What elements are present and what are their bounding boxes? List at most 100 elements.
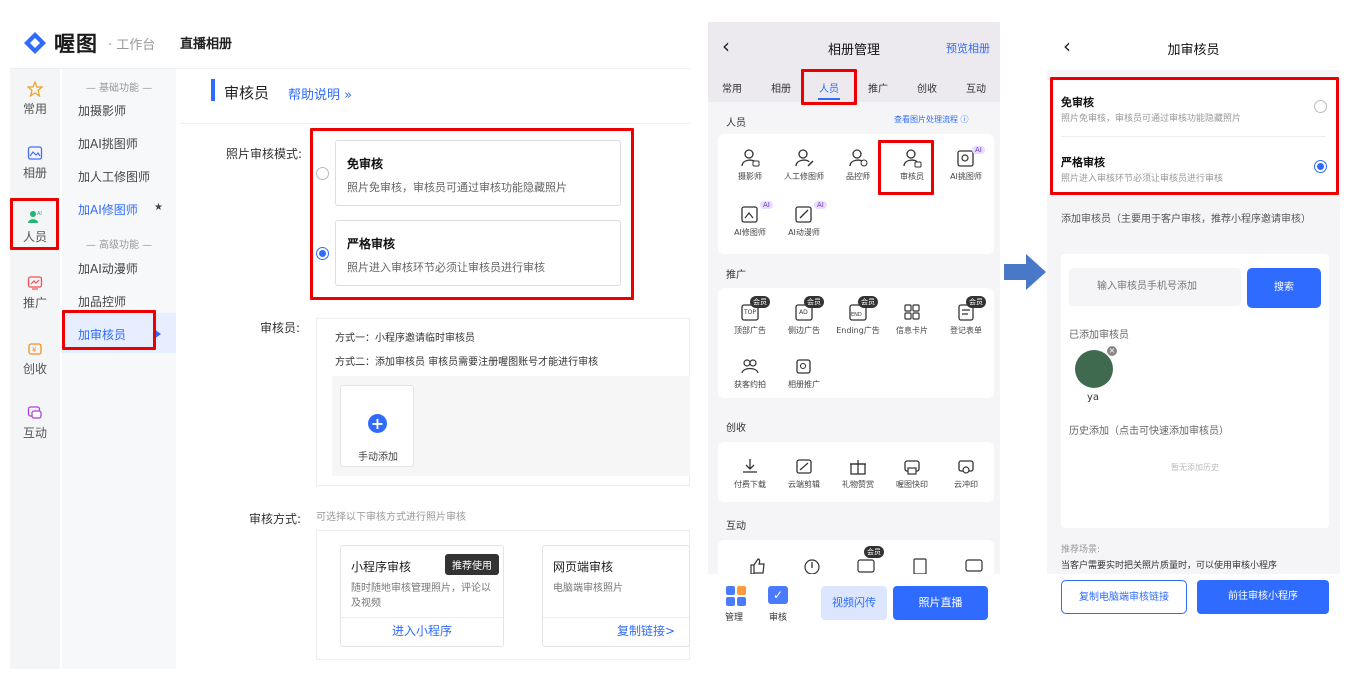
section-people-title: 人员 — [726, 118, 746, 129]
rail-item-interact[interactable]: 互动 — [10, 405, 60, 441]
rail-label: 人员 — [22, 230, 47, 244]
promo-info-card[interactable]: 信息卡片 — [886, 302, 938, 336]
people-ai-anime[interactable]: AI动漫师 — [778, 204, 830, 238]
people-ai-retoucher[interactable]: AI修图师 — [724, 204, 776, 238]
help-link[interactable]: 帮助说明 » — [288, 84, 352, 103]
sub-item-qc[interactable]: 加品控师 — [78, 293, 126, 310]
person-camera-icon — [741, 149, 760, 167]
search-button[interactable]: 搜索 — [1247, 268, 1321, 308]
way-two: 方式二：添加审核员 审核员需要注册喔图账号才能进行审核 — [335, 357, 599, 368]
svg-text:¥: ¥ — [32, 346, 37, 354]
album-icon — [27, 146, 43, 160]
caret-right-icon — [154, 329, 161, 339]
logo-icon — [24, 32, 46, 54]
promo-form[interactable]: 登记表单 — [940, 302, 992, 336]
title-accent — [211, 79, 215, 101]
sub-item-add-reviewer[interactable]: 加审核员 — [78, 326, 126, 343]
music-icon[interactable] — [802, 556, 822, 576]
sub-item-ai-retoucher[interactable]: 加AI修图师 — [78, 201, 138, 218]
way-one: 方式一：小程序邀请临时审核员 — [335, 333, 475, 344]
sub-item-photographer[interactable]: 加摄影师 — [78, 102, 126, 119]
ticket-icon[interactable] — [910, 556, 930, 576]
people-group-icon — [741, 359, 759, 374]
manual-add-button[interactable]: + 手动添加 — [340, 385, 414, 467]
preview-album-link[interactable]: 预览相册 — [946, 40, 990, 56]
tab-promo[interactable]: 推广 — [868, 80, 888, 95]
tab-revenue[interactable]: 创收 — [917, 80, 937, 95]
process-flow-link[interactable]: 查看图片处理流程 ⓘ — [894, 114, 969, 125]
rail-item-revenue[interactable]: ¥ 创收 — [10, 341, 60, 377]
promo-ending-ad[interactable]: END Ending广告 — [832, 302, 884, 336]
rail-item-promo[interactable]: 推广 — [10, 275, 60, 311]
promo-album-promo[interactable]: 相册推广 — [778, 356, 830, 390]
person-check-icon — [849, 149, 868, 167]
radio-no-review[interactable] — [1314, 100, 1327, 113]
ai-badge: AI — [814, 201, 827, 209]
people-photographer[interactable]: 摄影师 — [724, 148, 776, 182]
people-card: 摄影师 人工修图师 品控师 审核员 AI挑图师 AI AI修图师 AI AI动漫… — [718, 134, 994, 254]
radio-no-review[interactable] — [316, 167, 329, 180]
thumbs-up-icon[interactable] — [748, 556, 768, 576]
vip-badge: 会员 — [750, 296, 770, 308]
tab-people[interactable]: 人员 — [819, 80, 839, 95]
logo: 喔图 · 工作台 — [22, 28, 155, 58]
radio-strict-review[interactable] — [316, 247, 329, 260]
sub-item-ai-picker[interactable]: 加AI挑图师 — [78, 135, 138, 152]
option-no-review[interactable]: 免审核 照片免审核，审核员可通过审核功能隐藏照片 — [335, 140, 621, 206]
add-hint: 添加审核员（主要用于客户审核，推荐小程序邀请审核） — [1061, 214, 1311, 225]
rail-label: 互动 — [22, 426, 47, 440]
rail-item-people[interactable]: AI 人员 — [10, 209, 60, 245]
video-flash-button[interactable]: 视频闪传 — [821, 586, 887, 620]
section-revenue-title: 创收 — [726, 423, 746, 434]
promo-top-ad[interactable]: TOP 顶部广告 — [724, 302, 776, 336]
rail-item-common[interactable]: 常用 — [10, 81, 60, 117]
screen-icon[interactable] — [964, 556, 984, 576]
phone-number-input[interactable] — [1069, 268, 1241, 306]
svg-text:END: END — [851, 312, 862, 318]
star-icon — [27, 81, 43, 97]
comment-icon[interactable] — [856, 556, 876, 576]
revenue-cloud-edit[interactable]: 云端剪辑 — [778, 456, 830, 490]
ai-badge: AI — [972, 146, 985, 154]
enter-miniprogram-link[interactable]: 进入小程序 — [341, 622, 503, 639]
promo-side-ad[interactable]: AD 侧边广告 — [778, 302, 830, 336]
option-title: 免审核 — [347, 157, 384, 171]
manual-add-label: 手动添加 — [358, 452, 398, 463]
history-title: 历史添加（点击可快速添加审核员） — [1069, 426, 1229, 437]
promo-booking[interactable]: 获客约拍 — [724, 356, 776, 390]
revenue-quick-print[interactable]: 喔图快印 — [886, 456, 938, 490]
manage-icon[interactable] — [726, 586, 746, 606]
copy-link-button[interactable]: 复制电脑端审核链接 — [1061, 580, 1187, 614]
method-desc: 电脑端审核照片 — [553, 583, 623, 594]
sub-item-retoucher[interactable]: 加人工修图师 — [78, 168, 150, 185]
remove-icon[interactable]: × — [1107, 346, 1117, 356]
promo-icon — [27, 276, 43, 290]
sub-item-ai-anime[interactable]: 加AI动漫师 — [78, 260, 138, 277]
photo-live-button[interactable]: 照片直播 — [893, 586, 988, 620]
tab-album[interactable]: 相册 — [771, 80, 791, 95]
method-title: 网页端审核 — [553, 560, 614, 574]
tab-common[interactable]: 常用 — [722, 80, 742, 95]
revenue-cloud-print[interactable]: 云冲印 — [940, 456, 992, 490]
vip-badge: 会员 — [858, 296, 878, 308]
people-retoucher[interactable]: 人工修图师 — [778, 148, 830, 182]
sub-section-advanced: — 高级功能 — — [85, 240, 153, 251]
people-reviewer[interactable]: 审核员 — [886, 148, 938, 182]
revenue-gift[interactable]: 礼物赞赏 — [832, 456, 884, 490]
option-strict-review[interactable]: 严格审核 照片进入审核环节必须让审核员进行审核 — [335, 220, 621, 286]
avatar[interactable] — [1075, 350, 1113, 388]
review-check-icon[interactable]: ✓ — [768, 586, 788, 604]
tab-interact[interactable]: 互动 — [966, 80, 986, 95]
person-lock-icon — [903, 149, 922, 168]
people-qc[interactable]: 品控师 — [832, 148, 884, 182]
revenue-paid-download[interactable]: 付费下载 — [724, 456, 776, 490]
option-title: 免审核 — [1061, 96, 1094, 109]
radio-strict-review[interactable] — [1314, 160, 1327, 173]
vip-badge: 会员 — [966, 296, 986, 308]
rail-item-album[interactable]: 相册 — [10, 145, 60, 181]
goto-miniprogram-button[interactable]: 前往审核小程序 — [1197, 580, 1329, 614]
copy-link[interactable]: 复制链接> — [573, 622, 719, 639]
method-desc: 随时随地审核管理照片，评论以及视频 — [351, 583, 491, 609]
people-ai-picker[interactable]: AI挑图师 — [940, 148, 992, 182]
option-desc: 照片进入审核环节必须让审核员进行审核 — [347, 261, 545, 274]
